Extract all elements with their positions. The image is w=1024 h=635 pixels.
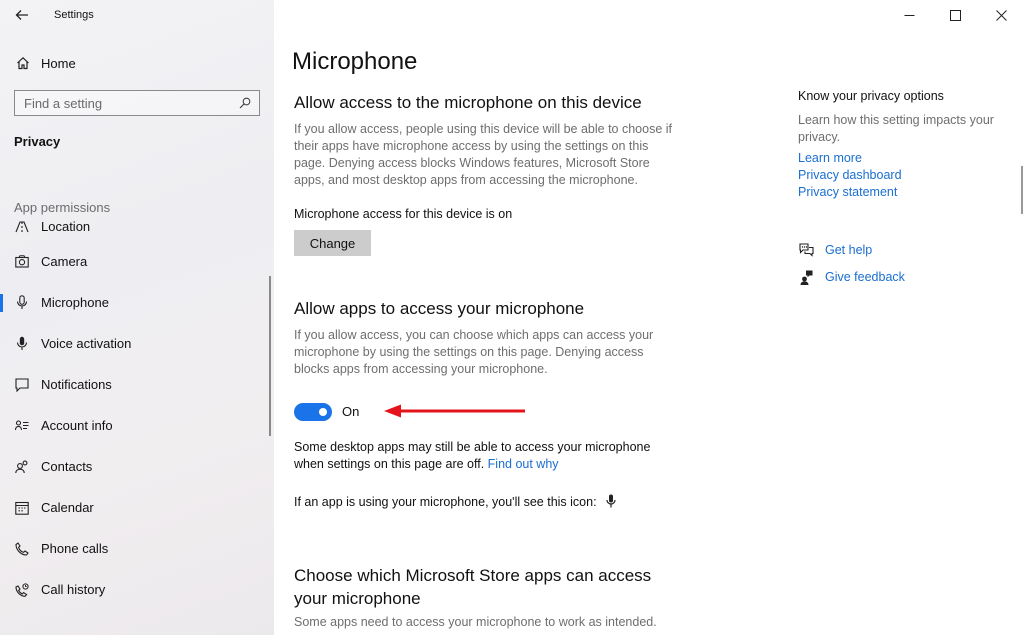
home-nav-item[interactable]: Home (0, 50, 274, 76)
sidebar-item-label: Notifications (41, 377, 112, 392)
sidebar-item-label: Location (41, 219, 91, 234)
feedback-icon (798, 269, 814, 285)
store-apps-heading-line2: your microphone (294, 589, 421, 608)
back-button[interactable] (8, 4, 36, 26)
privacy-options-description: Learn how this setting impacts your priv… (798, 113, 994, 144)
get-help-label: Get help (825, 243, 873, 257)
toggle-knob (319, 408, 327, 416)
sidebar-item-voice-activation[interactable]: Voice activation (0, 323, 274, 364)
apps-access-toggle[interactable] (294, 403, 332, 421)
sidebar-item-calendar[interactable]: Calendar (0, 487, 274, 528)
sidebar-item-label: Microphone (41, 295, 109, 310)
privacy-options-title: Know your privacy options (798, 89, 944, 103)
red-arrow-annotation (384, 404, 525, 418)
search-input[interactable] (24, 95, 224, 111)
store-apps-heading: Choose which Microsoft Store apps can ac… (294, 564, 651, 610)
sidebar: Settings Home Privacy App permissions Lo… (0, 0, 274, 635)
sidebar-item-contacts[interactable]: Contacts (0, 446, 274, 487)
window-controls (886, 0, 1024, 30)
microphone-in-use-icon (606, 494, 616, 508)
device-access-status: Microphone access for this device is on (294, 207, 513, 221)
content-pane: Microphone Allow access to the microphon… (274, 0, 1024, 635)
home-icon (15, 55, 31, 71)
maximize-button[interactable] (932, 0, 978, 30)
icon-note: If an app is using your microphone, you'… (294, 494, 616, 511)
section-title: Privacy (14, 134, 61, 149)
nav-list: Location Camera Microphone Voice activat… (0, 219, 274, 610)
desktop-apps-note-text: Some desktop apps may still be able to a… (294, 440, 651, 471)
privacy-dashboard-link[interactable]: Privacy dashboard (798, 168, 902, 182)
home-label: Home (41, 55, 76, 71)
sidebar-item-label: Voice activation (41, 336, 132, 351)
sidebar-item-call-history[interactable]: Call history (0, 569, 274, 610)
sidebar-item-label: Calendar (41, 500, 94, 515)
maximize-icon (949, 9, 961, 21)
device-access-description: If you allow access, people using this d… (294, 122, 672, 187)
voice-activation-icon (14, 336, 30, 352)
close-icon (995, 9, 1007, 21)
camera-icon (14, 254, 30, 270)
device-access-heading: Allow access to the microphone on this d… (294, 93, 642, 112)
sidebar-item-label: Camera (41, 254, 88, 269)
store-apps-heading-line1: Choose which Microsoft Store apps can ac… (294, 566, 652, 585)
find-out-why-link[interactable]: Find out why (488, 457, 559, 471)
sidebar-item-account-info[interactable]: Account info (0, 405, 274, 446)
group-title: App permissions (14, 200, 111, 215)
title-bar: Settings (0, 0, 274, 30)
sidebar-item-phone-calls[interactable]: Phone calls (0, 528, 274, 569)
close-button[interactable] (978, 0, 1024, 30)
learn-more-link[interactable]: Learn more (798, 151, 862, 165)
change-button[interactable]: Change (294, 230, 371, 256)
sidebar-item-camera[interactable]: Camera (0, 241, 274, 282)
toggle-state-label: On (342, 404, 360, 419)
get-help-link[interactable]: Get help (798, 242, 872, 258)
minimize-button[interactable] (886, 0, 932, 30)
privacy-statement-link[interactable]: Privacy statement (798, 185, 897, 199)
content-scrollbar[interactable] (1021, 166, 1023, 214)
search-icon[interactable] (239, 97, 251, 109)
back-arrow-icon (15, 10, 28, 20)
desktop-apps-note: Some desktop apps may still be able to a… (294, 439, 674, 473)
phone-icon (14, 541, 30, 557)
app-title: Settings (54, 9, 94, 21)
apps-access-heading: Allow apps to access your microphone (294, 299, 585, 318)
help-chat-icon (798, 242, 814, 258)
account-info-icon (14, 418, 30, 434)
sidebar-item-microphone[interactable]: Microphone (0, 282, 274, 323)
apps-access-description: If you allow access, you can choose whic… (294, 328, 654, 376)
calendar-icon (14, 500, 30, 516)
sidebar-item-label: Call history (41, 582, 106, 597)
give-feedback-link[interactable]: Give feedback (798, 269, 905, 285)
sidebar-item-location[interactable]: Location (0, 219, 274, 241)
sidebar-item-label: Contacts (41, 459, 93, 474)
sidebar-item-notifications[interactable]: Notifications (0, 364, 274, 405)
contacts-icon (14, 459, 30, 475)
icon-note-text: If an app is using your microphone, you'… (294, 495, 597, 509)
page-title: Microphone (292, 48, 418, 75)
sidebar-scrollbar[interactable] (269, 276, 271, 436)
store-apps-description: Some apps need to access your microphone… (294, 615, 657, 629)
microphone-icon (14, 295, 30, 311)
location-icon (14, 219, 30, 235)
search-box[interactable] (14, 90, 260, 116)
give-feedback-label: Give feedback (825, 270, 905, 284)
minimize-icon (904, 14, 914, 16)
sidebar-item-label: Phone calls (41, 541, 109, 556)
sidebar-item-label: Account info (41, 418, 113, 433)
notifications-icon (14, 377, 30, 393)
call-history-icon (14, 582, 30, 598)
